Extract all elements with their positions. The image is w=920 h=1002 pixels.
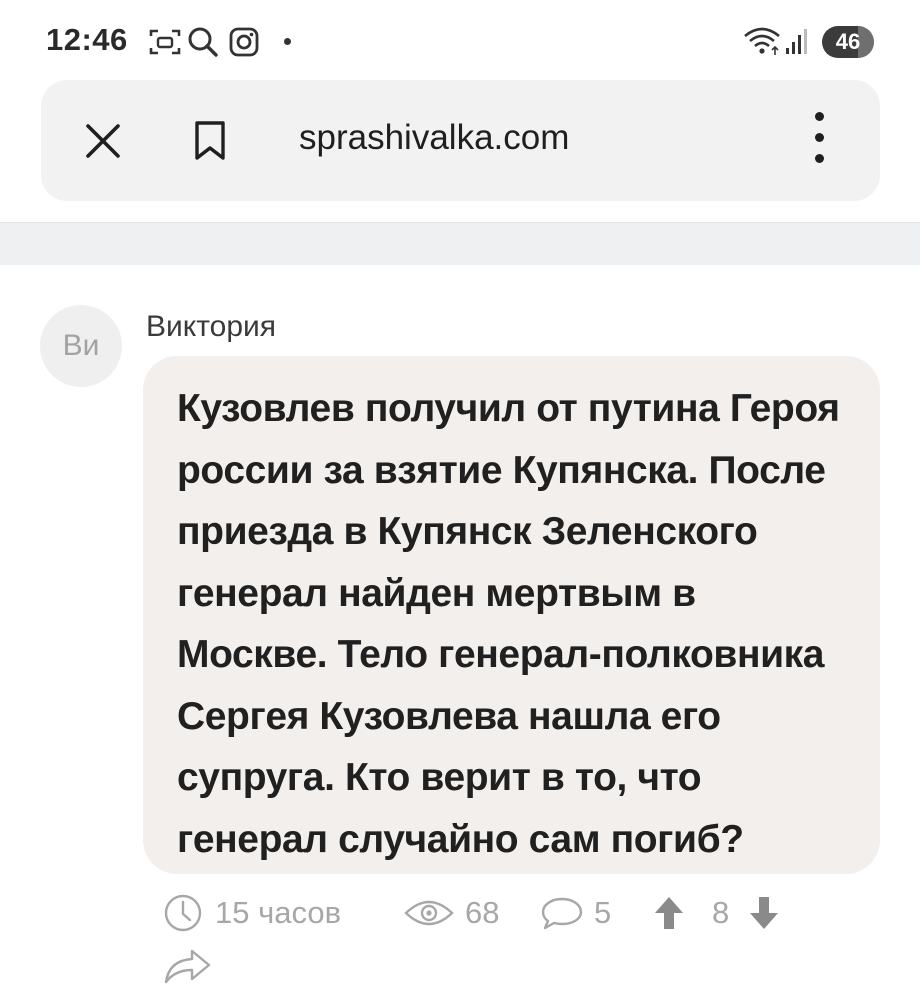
address-bar: sprashivalka.com — [41, 80, 880, 201]
comments-count: 5 — [594, 895, 612, 930]
views-counter: 68 — [403, 893, 499, 933]
downvote-button[interactable] — [748, 893, 780, 933]
search-icon — [188, 27, 218, 57]
status-bar: 12:46 46 — [0, 0, 920, 80]
vote-score: 8 — [712, 895, 730, 930]
message-bubble: Кузовлев получил от путина Героя россии … — [143, 356, 880, 874]
notification-dot-icon — [284, 38, 291, 45]
section-divider — [0, 222, 920, 265]
signal-icon — [786, 29, 807, 54]
comment-icon — [541, 897, 583, 930]
upvote-button[interactable] — [653, 893, 685, 933]
instagram-icon — [229, 27, 259, 57]
author-name[interactable]: Виктория — [146, 310, 276, 344]
status-time: 12:46 — [46, 22, 128, 57]
clock-icon — [164, 894, 202, 932]
eye-icon — [404, 900, 454, 926]
bookmark-icon[interactable] — [193, 120, 227, 162]
avatar[interactable]: Ви — [40, 305, 122, 387]
close-icon[interactable] — [84, 122, 122, 160]
arrow-down-icon — [750, 897, 778, 929]
wifi-icon — [744, 27, 780, 55]
comments-counter[interactable]: 5 — [540, 893, 611, 933]
more-vert-icon[interactable] — [809, 112, 829, 170]
views-count: 68 — [465, 895, 500, 930]
post-time: 15 часов — [163, 893, 341, 933]
time-ago: 15 часов — [215, 895, 342, 930]
message-text: Кузовлев получил от путина Героя россии … — [177, 387, 840, 861]
battery-icon: 46 — [822, 26, 874, 58]
url-text[interactable]: sprashivalka.com — [299, 118, 569, 158]
arrow-up-icon — [655, 897, 683, 929]
screenshot-icon — [149, 29, 181, 55]
share-icon[interactable] — [162, 946, 214, 986]
